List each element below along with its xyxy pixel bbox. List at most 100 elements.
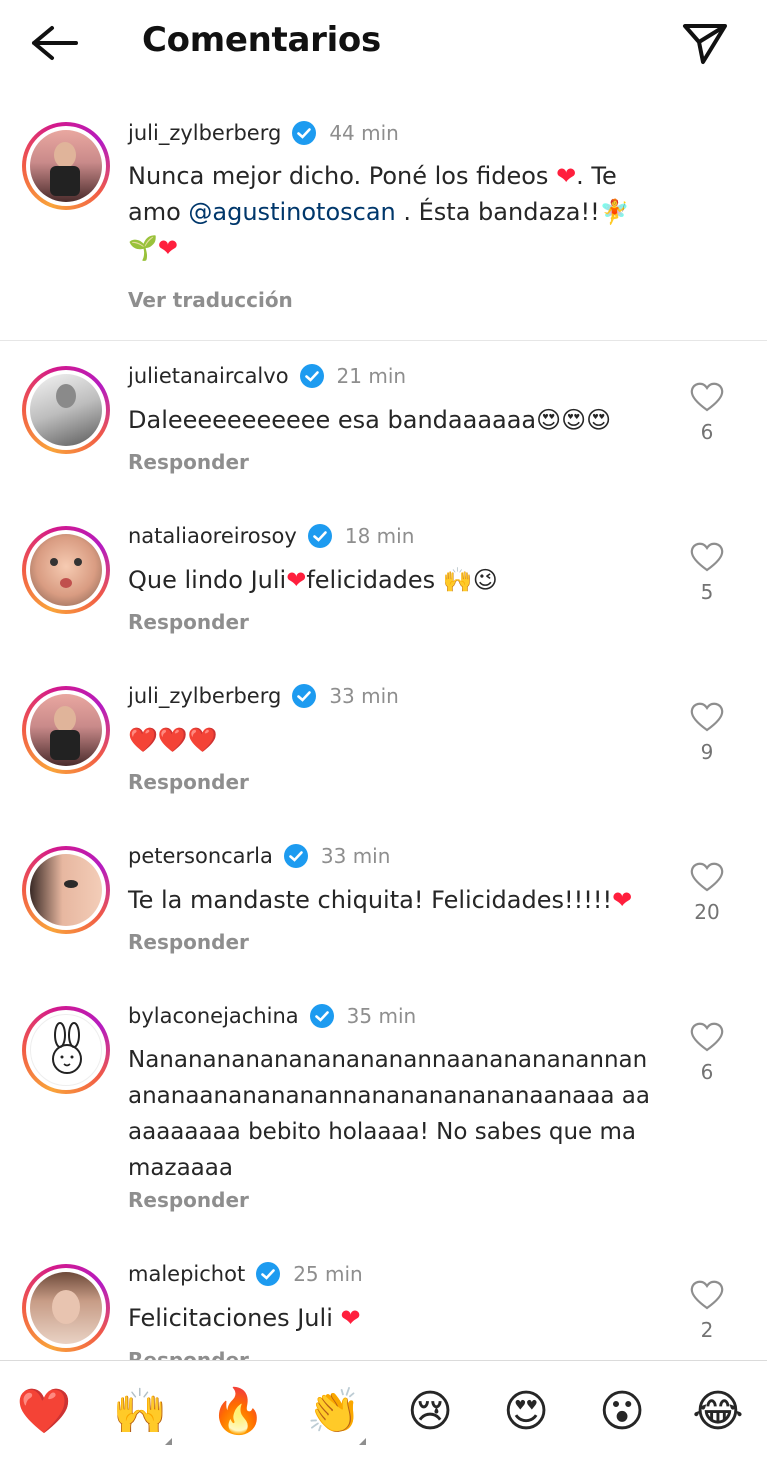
- verified-badge-icon: [307, 524, 332, 548]
- verified-badge-icon: [292, 684, 317, 708]
- timestamp: 35 min: [346, 1004, 417, 1028]
- heart-outline-icon[interactable]: [690, 702, 724, 732]
- avatar[interactable]: [22, 686, 110, 774]
- timestamp: 33 min: [320, 844, 391, 868]
- verified-badge-icon: [283, 844, 308, 868]
- raised-hands-emoji-icon: 🙌😉: [442, 566, 498, 594]
- heart-outline-icon[interactable]: [690, 382, 724, 412]
- like-control: 6: [688, 382, 726, 444]
- reaction-laughing-icon[interactable]: 😂: [688, 1381, 748, 1441]
- reply-button[interactable]: Responder: [128, 930, 249, 954]
- reaction-raised-hands-icon[interactable]: 🙌: [110, 1381, 172, 1445]
- comment-item: petersoncarla 33 min Te la mandaste chiq…: [0, 838, 767, 988]
- reply-button[interactable]: Responder: [128, 450, 249, 474]
- comment-meta: bylaconejachina 35 min: [128, 1001, 416, 1031]
- skin-tone-caret-icon: [165, 1438, 172, 1445]
- seedling-emoji-icon: 🌱: [128, 234, 158, 262]
- heart-eyes-emoji-icon: 😍😍😍: [536, 406, 612, 434]
- reply-button[interactable]: Responder: [128, 1348, 249, 1360]
- comment-text: Te la mandaste chiquita! Felicidades!!!!…: [128, 886, 633, 914]
- caption: juli_zylberberg 44 min Nunca mejor dicho…: [0, 100, 767, 340]
- heart-emoji-icon: ❤: [340, 1304, 361, 1332]
- username[interactable]: petersoncarla: [128, 844, 273, 868]
- username[interactable]: juli_zylberberg: [128, 121, 281, 145]
- reaction-heart-icon[interactable]: ❤️: [14, 1381, 74, 1441]
- reaction-surprised-icon[interactable]: 😮: [592, 1381, 652, 1441]
- mention-link[interactable]: @agustinotoscan: [188, 198, 395, 226]
- like-control: 5: [688, 542, 726, 604]
- reply-button[interactable]: Responder: [128, 770, 249, 794]
- heart-outline-icon[interactable]: [690, 1280, 724, 1310]
- username[interactable]: bylaconejachina: [128, 1004, 299, 1028]
- like-count: 5: [700, 580, 714, 604]
- comment-meta: nataliaoreirosoy 18 min: [128, 521, 414, 551]
- like-count: 20: [694, 900, 720, 924]
- reaction-heart-eyes-icon[interactable]: 😍: [496, 1381, 556, 1441]
- divider: [0, 340, 767, 341]
- verified-badge-icon: [299, 364, 324, 388]
- avatar[interactable]: [22, 846, 110, 934]
- share-send-icon[interactable]: [681, 20, 729, 66]
- heart-emoji-icon: ❤: [157, 234, 178, 262]
- heart-outline-icon[interactable]: [690, 1022, 724, 1052]
- comment-text: Que lindo Juli❤felicidades 🙌😉: [128, 566, 498, 594]
- comment-item: malepichot 25 min Felicitaciones Juli ❤ …: [0, 1256, 767, 1360]
- heart-outline-icon[interactable]: [690, 542, 724, 572]
- back-arrow-icon[interactable]: [28, 22, 80, 64]
- timestamp: 25 min: [293, 1262, 363, 1286]
- see-translation-button[interactable]: Ver traducción: [128, 288, 293, 312]
- top-bar: Comentarios: [0, 0, 767, 86]
- page-title: Comentarios: [142, 20, 381, 60]
- comment-text: Nanananananananananannaananananannan ana…: [128, 1047, 650, 1181]
- avatar[interactable]: [22, 122, 110, 210]
- reaction-crying-icon[interactable]: 😢: [400, 1381, 460, 1441]
- comment-item: julietanaircalvo 21 min Daleeeeeeeeeee e…: [0, 358, 767, 508]
- timestamp: 33 min: [329, 684, 399, 708]
- reaction-clapping-icon[interactable]: 👏: [304, 1381, 366, 1445]
- comment-text: Daleeeeeeeeeee esa bandaaaaaa😍😍😍: [128, 406, 612, 434]
- avatar[interactable]: [22, 366, 110, 454]
- heart-outline-icon[interactable]: [690, 862, 724, 892]
- fairy-emoji-icon: 🧚: [599, 198, 630, 226]
- comment-item: bylaconejachina 35 min Nanananananananan…: [0, 998, 767, 1248]
- comment-meta: malepichot 25 min: [128, 1259, 363, 1289]
- verified-badge-icon: [292, 121, 317, 145]
- comment-item: juli_zylberberg 33 min ❤️❤️❤️ Responder …: [0, 678, 767, 828]
- verified-badge-icon: [256, 1262, 281, 1286]
- comment-meta: petersoncarla 33 min: [128, 841, 390, 871]
- comment-item: nataliaoreirosoy 18 min Que lindo Juli❤f…: [0, 518, 767, 668]
- username[interactable]: juli_zylberberg: [128, 684, 281, 708]
- reply-button[interactable]: Responder: [128, 610, 249, 634]
- heart-emoji-icon: ❤: [612, 886, 633, 914]
- comment-meta: juli_zylberberg 33 min: [128, 681, 399, 711]
- like-control: 20: [688, 862, 726, 924]
- avatar[interactable]: [22, 1264, 110, 1352]
- skin-tone-caret-icon: [359, 1438, 366, 1445]
- avatar[interactable]: [22, 1006, 110, 1094]
- like-control: 2: [688, 1280, 726, 1342]
- bunny-logo-icon: [52, 1022, 82, 1074]
- comment-meta: juli_zylberberg 44 min: [128, 118, 399, 148]
- like-count: 6: [700, 420, 714, 444]
- heart-emoji-icon: ❤: [556, 162, 577, 190]
- comment-text: ❤️❤️❤️: [128, 722, 658, 758]
- like-count: 6: [700, 1060, 714, 1084]
- reaction-fire-icon[interactable]: 🔥: [208, 1381, 268, 1441]
- avatar[interactable]: [22, 526, 110, 614]
- like-control: 9: [688, 702, 726, 764]
- like-count: 9: [700, 740, 714, 764]
- like-control: 6: [688, 1022, 726, 1084]
- verified-badge-icon: [309, 1004, 334, 1028]
- username[interactable]: malepichot: [128, 1262, 245, 1286]
- heart-emoji-icon: ❤: [286, 566, 307, 594]
- hearts-emoji-icon: ❤️❤️❤️: [128, 726, 218, 754]
- username[interactable]: julietanaircalvo: [128, 364, 289, 388]
- timestamp: 18 min: [344, 524, 415, 548]
- reply-button[interactable]: Responder: [128, 1188, 249, 1212]
- timestamp: 21 min: [336, 364, 407, 388]
- username[interactable]: nataliaoreirosoy: [128, 524, 297, 548]
- caption-text: Nunca mejor dicho. Poné los fideos ❤. Te…: [128, 162, 630, 262]
- quick-reactions-bar: ❤️ 🙌 🔥 👏 😢 😍 😮 😂: [0, 1360, 767, 1473]
- like-count: 2: [700, 1318, 714, 1342]
- timestamp: 44 min: [329, 121, 399, 145]
